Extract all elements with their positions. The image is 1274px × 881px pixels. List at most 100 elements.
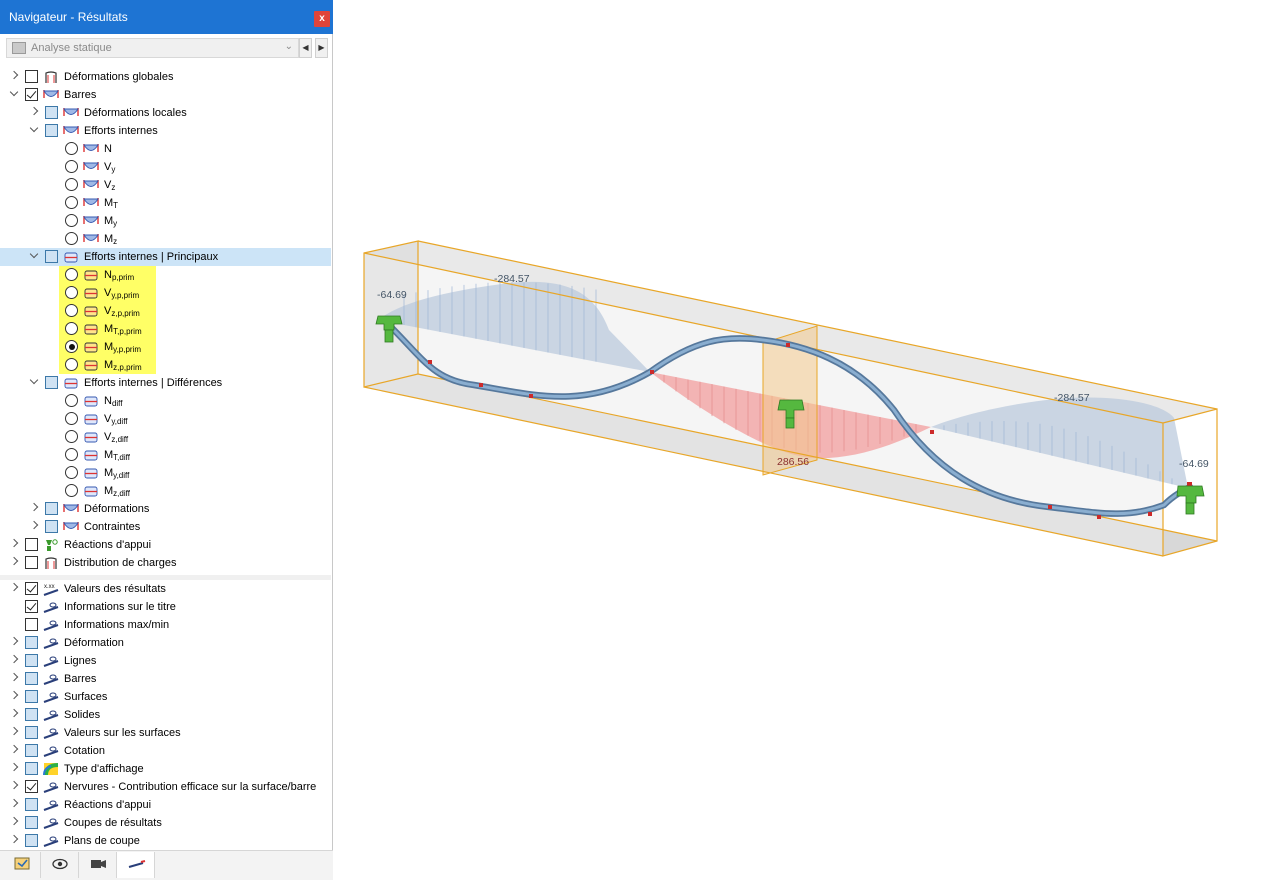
checkbox[interactable]	[25, 538, 38, 551]
tree-row[interactable]: Efforts internes | Principaux	[0, 248, 331, 266]
checkbox[interactable]	[25, 762, 38, 775]
radio-button[interactable]	[65, 322, 78, 335]
chevron-right-icon[interactable]	[30, 107, 40, 117]
tree-row[interactable]: Vz	[0, 176, 331, 194]
radio-button[interactable]	[65, 412, 78, 425]
tab-display[interactable]	[41, 852, 79, 878]
tree-row[interactable]: Contraintes	[0, 518, 331, 536]
chevron-right-icon[interactable]	[10, 745, 20, 755]
tree-row[interactable]: Vz,diff	[0, 428, 331, 446]
checkbox[interactable]	[25, 654, 38, 667]
chevron-down-icon[interactable]	[30, 125, 40, 135]
tree-row[interactable]: N	[0, 140, 331, 158]
chevron-right-icon[interactable]	[10, 763, 20, 773]
display-tree-row[interactable]: Informations sur le titre	[0, 598, 331, 616]
radio-button[interactable]	[65, 268, 78, 281]
tree-row[interactable]: My,p,prim	[0, 338, 331, 356]
checkbox[interactable]	[25, 600, 38, 613]
radio-button[interactable]	[65, 394, 78, 407]
tree-row[interactable]: MT	[0, 194, 331, 212]
chevron-right-icon[interactable]	[10, 817, 20, 827]
chevron-right-icon[interactable]	[10, 637, 20, 647]
radio-button[interactable]	[65, 196, 78, 209]
chevron-down-icon[interactable]	[10, 89, 20, 99]
checkbox[interactable]	[45, 520, 58, 533]
checkbox[interactable]	[25, 708, 38, 721]
tree-row[interactable]: Mz	[0, 230, 331, 248]
display-tree-row[interactable]: Type d'affichage	[0, 760, 331, 778]
tree-row[interactable]: Vz,p,prim	[0, 302, 331, 320]
tree-row[interactable]: Efforts internes | Différences	[0, 374, 331, 392]
chevron-right-icon[interactable]	[10, 835, 20, 845]
chevron-right-icon[interactable]	[30, 503, 40, 513]
next-button[interactable]: ▶	[315, 38, 328, 58]
radio-button[interactable]	[65, 358, 78, 371]
radio-button[interactable]	[65, 160, 78, 173]
chevron-right-icon[interactable]	[10, 799, 20, 809]
tree-row[interactable]: Vy,diff	[0, 410, 331, 428]
checkbox[interactable]	[25, 636, 38, 649]
radio-button[interactable]	[65, 232, 78, 245]
checkbox[interactable]	[25, 798, 38, 811]
tree-row[interactable]: Barres	[0, 86, 331, 104]
display-tree-row[interactable]: Solides	[0, 706, 331, 724]
radio-button[interactable]	[65, 178, 78, 191]
checkbox[interactable]	[45, 106, 58, 119]
tab-results[interactable]	[117, 852, 155, 878]
checkbox[interactable]	[25, 690, 38, 703]
close-button[interactable]: x	[314, 11, 330, 27]
chevron-down-icon[interactable]	[30, 377, 40, 387]
checkbox[interactable]	[25, 726, 38, 739]
display-tree-row[interactable]: Valeurs sur les surfaces	[0, 724, 331, 742]
tree-row[interactable]: Réactions d'appui	[0, 536, 331, 554]
display-tree-row[interactable]: Déformation	[0, 634, 331, 652]
radio-button[interactable]	[65, 304, 78, 317]
tree-row[interactable]: Déformations globales	[0, 68, 331, 86]
tree-row[interactable]: Vy	[0, 158, 331, 176]
checkbox[interactable]	[25, 556, 38, 569]
display-tree-row[interactable]: Plans de coupe	[0, 832, 331, 850]
checkbox[interactable]	[25, 672, 38, 685]
checkbox[interactable]	[25, 744, 38, 757]
tree-row[interactable]: Ndiff	[0, 392, 331, 410]
display-tree-row[interactable]: Réactions d'appui	[0, 796, 331, 814]
radio-button[interactable]	[65, 484, 78, 497]
radio-button[interactable]	[65, 340, 78, 353]
radio-button[interactable]	[65, 466, 78, 479]
radio-button[interactable]	[65, 286, 78, 299]
tree-row[interactable]: Efforts internes	[0, 122, 331, 140]
checkbox[interactable]	[25, 582, 38, 595]
tab-views[interactable]	[79, 852, 117, 878]
chevron-right-icon[interactable]	[10, 709, 20, 719]
checkbox[interactable]	[25, 70, 38, 83]
checkbox[interactable]	[45, 124, 58, 137]
tree-row[interactable]: Np,prim	[0, 266, 331, 284]
model-viewport[interactable]: -64.69 -284.57 286.56 -284.57 -64.69	[334, 0, 1274, 880]
chevron-right-icon[interactable]	[10, 583, 20, 593]
tree-row[interactable]: Déformations locales	[0, 104, 331, 122]
checkbox[interactable]	[25, 834, 38, 847]
checkbox[interactable]	[45, 502, 58, 515]
chevron-right-icon[interactable]	[10, 673, 20, 683]
display-tree-row[interactable]: Barres	[0, 670, 331, 688]
chevron-right-icon[interactable]	[10, 557, 20, 567]
tree-row[interactable]: Mz,p,prim	[0, 356, 331, 374]
checkbox[interactable]	[45, 250, 58, 263]
chevron-right-icon[interactable]	[10, 655, 20, 665]
tree-row[interactable]: My	[0, 212, 331, 230]
tree-row[interactable]: Mz,diff	[0, 482, 331, 500]
model-3d-view[interactable]: -64.69 -284.57 286.56 -284.57 -64.69	[334, 0, 1274, 880]
tree-row[interactable]: Vy,p,prim	[0, 284, 331, 302]
chevron-down-icon[interactable]	[30, 251, 40, 261]
radio-button[interactable]	[65, 448, 78, 461]
chevron-right-icon[interactable]	[10, 691, 20, 701]
display-tree-row[interactable]: Surfaces	[0, 688, 331, 706]
display-tree-row[interactable]: Cotation	[0, 742, 331, 760]
previous-button[interactable]: ◀	[299, 38, 312, 58]
display-tree-row[interactable]: Nervures - Contribution efficace sur la …	[0, 778, 331, 796]
tab-data[interactable]	[3, 852, 41, 878]
tree-row[interactable]: Déformations	[0, 500, 331, 518]
chevron-right-icon[interactable]	[10, 727, 20, 737]
chevron-right-icon[interactable]	[30, 521, 40, 531]
tree-row[interactable]: Distribution de charges	[0, 554, 331, 572]
